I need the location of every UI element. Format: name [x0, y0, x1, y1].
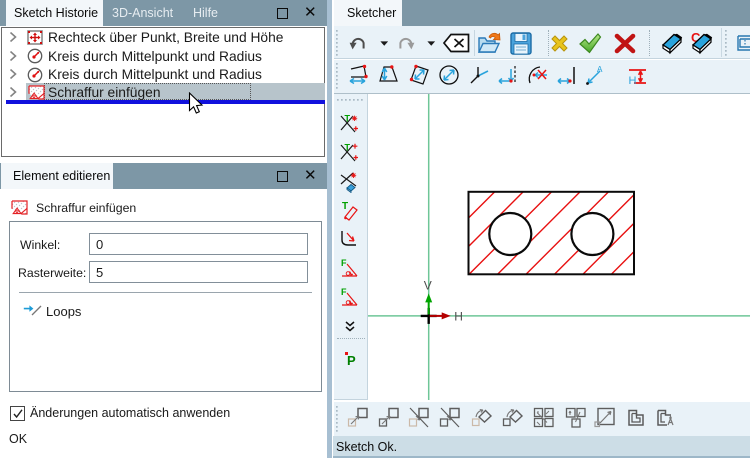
- svg-text:T: T: [345, 143, 351, 153]
- svg-text:H: H: [629, 75, 637, 87]
- svg-text:T: T: [342, 201, 348, 212]
- svg-text:F: F: [341, 287, 347, 297]
- svg-text:F: F: [341, 258, 347, 268]
- svg-text:T: T: [345, 114, 351, 124]
- svg-text:A: A: [597, 65, 603, 75]
- svg-text:V: V: [424, 278, 432, 292]
- svg-text:H: H: [454, 309, 463, 323]
